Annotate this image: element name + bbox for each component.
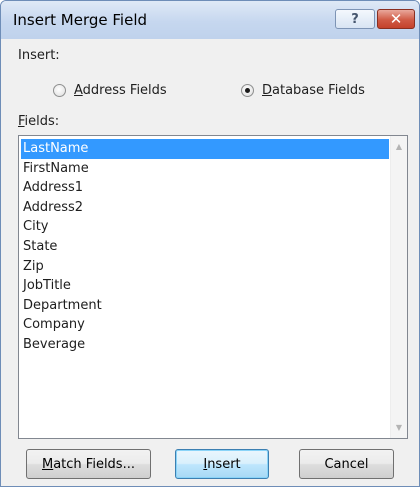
fields-label: Fields: (18, 114, 60, 129)
insert-merge-field-dialog: Insert Merge Field ? ✕ Insert: Address F… (0, 0, 420, 487)
match-fields-label: Match Fields... (42, 456, 135, 472)
close-icon: ✕ (389, 10, 403, 28)
list-item[interactable]: Company (21, 315, 389, 335)
title-bar[interactable]: Insert Merge Field ? ✕ (1, 1, 419, 40)
list-item[interactable]: Address1 (21, 178, 389, 198)
address-fields-radio[interactable]: Address Fields (53, 83, 167, 98)
match-fields-button[interactable]: Match Fields... (26, 449, 151, 479)
list-item[interactable]: FirstName (21, 159, 389, 179)
radio-selected-icon (241, 84, 254, 97)
help-icon: ? (351, 11, 359, 27)
insert-button-label: Insert (203, 456, 241, 472)
list-item[interactable]: Beverage (21, 335, 389, 355)
list-item[interactable]: JobTitle (21, 276, 389, 296)
list-item[interactable]: City (21, 217, 389, 237)
fields-listbox[interactable]: LastName FirstName Address1 Address2 City Sta… (18, 135, 408, 439)
cancel-button[interactable]: Cancel (299, 449, 394, 479)
dialog-title: Insert Merge Field (13, 11, 148, 29)
scroll-up-arrow-icon[interactable]: ▲ (391, 138, 407, 155)
fields-list: LastName FirstName Address1 Address2 City Sta… (21, 139, 389, 355)
vertical-scrollbar[interactable]: ▲ ▼ (390, 136, 407, 438)
help-button[interactable]: ? (335, 9, 375, 29)
radio-circle-icon (53, 84, 66, 97)
dialog-body: Insert: Address Fields Database Fields F… (1, 39, 419, 486)
list-item[interactable]: LastName (21, 139, 389, 159)
cancel-button-label: Cancel (324, 456, 369, 472)
list-item[interactable]: State (21, 237, 389, 257)
database-fields-radio[interactable]: Database Fields (241, 83, 365, 98)
scroll-down-arrow-icon[interactable]: ▼ (391, 419, 407, 436)
list-item[interactable]: Department (21, 296, 389, 316)
address-fields-label: Address Fields (74, 83, 167, 98)
insert-button[interactable]: Insert (175, 449, 269, 479)
database-fields-label: Database Fields (262, 83, 365, 98)
list-item[interactable]: Address2 (21, 198, 389, 218)
list-item[interactable]: Zip (21, 257, 389, 277)
insert-label: Insert: (18, 48, 60, 63)
close-button[interactable]: ✕ (377, 9, 415, 29)
